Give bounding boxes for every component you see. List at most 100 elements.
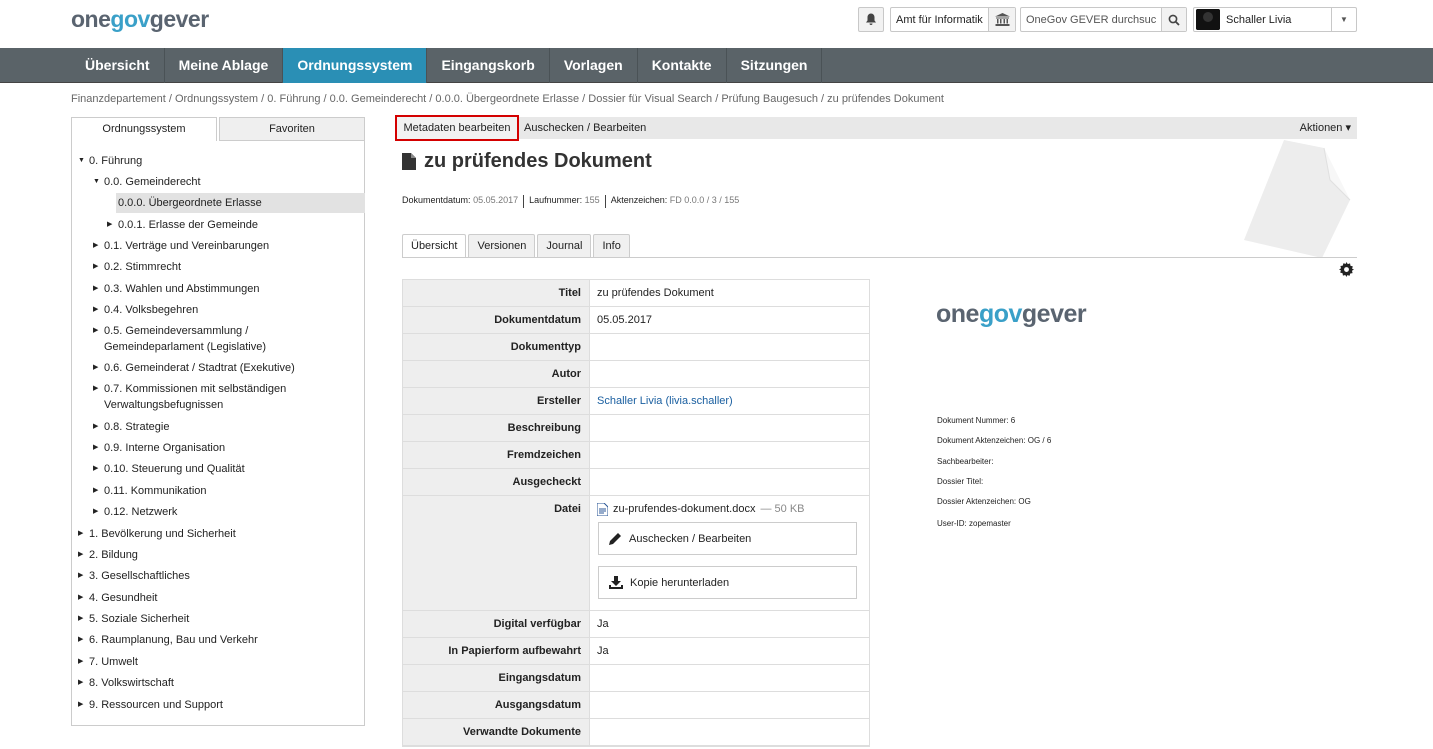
- caret-right-icon[interactable]: ▶: [78, 675, 83, 691]
- nav-item-uebersicht[interactable]: Übersicht: [71, 48, 165, 83]
- notifications-button[interactable]: [858, 7, 884, 32]
- caret-right-icon[interactable]: ▶: [93, 504, 98, 520]
- tree-item[interactable]: ▶ 0.2. Stimmrecht: [93, 259, 182, 275]
- tree-item-label: 0.5. Gemeindeversammlung / Gemeindeparla…: [104, 325, 267, 353]
- checkout-edit-button[interactable]: Auschecken / Bearbeiten: [524, 117, 646, 139]
- tree-item[interactable]: ▶ 4. Gesundheit: [78, 590, 158, 606]
- table-row: Autor: [403, 361, 869, 388]
- caret-right-icon[interactable]: ▶: [93, 381, 98, 397]
- tree-item[interactable]: ▶ 0.9. Interne Organisation: [93, 440, 225, 456]
- tree-item[interactable]: ▼ 0. Führung: [78, 153, 142, 169]
- caret-right-icon[interactable]: ▶: [78, 611, 83, 627]
- tab-ordnungssystem[interactable]: Ordnungssystem: [71, 117, 217, 141]
- preview-line: Dossier Aktenzeichen: OG: [937, 497, 1031, 506]
- field-label: In Papierform aufbewahrt: [403, 638, 590, 664]
- tree-item[interactable]: ▶ 0.6. Gemeinderat / Stadtrat (Exekutive): [93, 360, 295, 376]
- field-label: Autor: [403, 361, 590, 387]
- tab-info[interactable]: Info: [593, 234, 630, 258]
- file-entry[interactable]: zu-prufendes-dokument.docx — 50 KB: [597, 496, 862, 522]
- caret-right-icon[interactable]: ▶: [93, 302, 98, 318]
- nav-item-ordnungssystem[interactable]: Ordnungssystem: [283, 48, 428, 83]
- nav-item-eingangskorb[interactable]: Eingangskorb: [427, 48, 550, 83]
- table-row: Verwandte Dokumente: [403, 719, 869, 746]
- download-icon: [609, 576, 623, 589]
- caret-right-icon[interactable]: ▶: [78, 632, 83, 648]
- creator-link[interactable]: Schaller Livia (livia.schaller): [590, 388, 869, 414]
- tab-uebersicht[interactable]: Übersicht: [402, 234, 467, 258]
- caret-right-icon[interactable]: ▶: [93, 461, 98, 477]
- user-menu[interactable]: Schaller Livia ▼: [1193, 7, 1357, 32]
- caret-right-icon[interactable]: ▶: [93, 440, 98, 456]
- caret-down-icon[interactable]: ▼: [93, 174, 100, 190]
- field-value: [590, 361, 869, 387]
- tree-item[interactable]: ▶ 0.7. Kommissionen mit selbständigen Ver…: [93, 381, 294, 413]
- tree-item-label: 0.2. Stimmrecht: [104, 261, 182, 273]
- tree-item[interactable]: ▶ 0.0.1. Erlasse der Gemeinde: [107, 217, 258, 233]
- file-name[interactable]: zu-prufendes-dokument.docx: [613, 496, 755, 522]
- tree-item[interactable]: ▶ 9. Ressourcen und Support: [78, 697, 223, 713]
- tab-versionen[interactable]: Versionen: [468, 234, 536, 258]
- caret-right-icon[interactable]: ▶: [93, 281, 98, 297]
- caret-right-icon[interactable]: ▶: [93, 360, 98, 376]
- caret-right-icon[interactable]: ▶: [107, 217, 112, 233]
- table-row: Dokumentdatum 05.05.2017: [403, 307, 869, 334]
- nav-item-vorlagen[interactable]: Vorlagen: [550, 48, 638, 83]
- search-field[interactable]: OneGov GEVER durchsuc: [1020, 7, 1187, 32]
- edit-metadata-button[interactable]: Metadaten bearbeiten: [395, 115, 519, 141]
- caret-down-icon[interactable]: ▼: [78, 153, 85, 169]
- caret-right-icon[interactable]: ▶: [93, 259, 98, 275]
- tree-item[interactable]: ▶ 0.11. Kommunikation: [93, 483, 207, 499]
- caret-right-icon[interactable]: ▶: [93, 323, 98, 339]
- nav-item-meine-ablage[interactable]: Meine Ablage: [165, 48, 284, 83]
- tree-item[interactable]: ▶ 5. Soziale Sicherheit: [78, 611, 189, 627]
- document-title: zu prüfendes Dokument: [424, 150, 652, 172]
- caret-right-icon[interactable]: ▶: [78, 547, 83, 563]
- actions-menu[interactable]: Aktionen ▾: [1300, 117, 1351, 139]
- caret-right-icon[interactable]: ▶: [93, 483, 98, 499]
- document-toolbar: Metadaten bearbeiten Auschecken / Bearbe…: [395, 115, 1357, 141]
- caret-right-icon[interactable]: ▶: [78, 654, 83, 670]
- tree-item[interactable]: ▶ 0.10. Steuerung und Qualität: [93, 461, 245, 477]
- app-logo[interactable]: onegovgever: [71, 6, 209, 33]
- tree-item[interactable]: ▼ 0.0. Gemeinderecht: [93, 174, 201, 190]
- nav-item-sitzungen[interactable]: Sitzungen: [727, 48, 823, 83]
- tab-favoriten[interactable]: Favoriten: [219, 117, 365, 141]
- caret-right-icon[interactable]: ▶: [78, 590, 83, 606]
- file-checkout-button[interactable]: Auschecken / Bearbeiten: [598, 522, 857, 555]
- caret-right-icon[interactable]: ▶: [93, 419, 98, 435]
- field-value: [590, 334, 869, 360]
- tree-item[interactable]: ▶ 0.12. Netzwerk: [93, 504, 177, 520]
- caret-right-icon[interactable]: ▶: [78, 568, 83, 584]
- tree-item[interactable]: ▶ 6. Raumplanung, Bau und Verkehr: [78, 632, 258, 648]
- search-icon[interactable]: [1161, 8, 1186, 31]
- caret-right-icon[interactable]: ▶: [93, 238, 98, 254]
- tree-item-selected[interactable]: 0.0.0. Übergeordnete Erlasse: [116, 193, 365, 213]
- org-unit-selector[interactable]: Amt für Informatik: [890, 7, 1016, 32]
- tree-item-label: 0.11. Kommunikation: [104, 485, 207, 497]
- tab-journal[interactable]: Journal: [537, 234, 592, 258]
- download-copy-button[interactable]: Kopie herunterladen: [598, 566, 857, 599]
- tree-item[interactable]: ▶ 0.4. Volksbegehren: [93, 302, 198, 318]
- caret-right-icon[interactable]: ▶: [78, 697, 83, 713]
- tree-item[interactable]: ▶ 7. Umwelt: [78, 654, 138, 670]
- tree-item[interactable]: ▶ 0.3. Wahlen und Abstimmungen: [93, 281, 260, 297]
- tree-item[interactable]: ▶ 0.1. Verträge und Vereinbarungen: [93, 238, 269, 254]
- preview-line: Dokument Nummer: 6: [937, 416, 1016, 425]
- logo-part-gov: gov: [110, 6, 150, 32]
- tree-item[interactable]: ▶ 0.5. Gemeindeversammlung / Gemeindeparl…: [93, 323, 284, 355]
- search-input[interactable]: OneGov GEVER durchsuc: [1026, 14, 1156, 26]
- chevron-down-icon[interactable]: ▼: [1331, 8, 1356, 31]
- tree-item[interactable]: ▶ 8. Volkswirtschaft: [78, 675, 174, 691]
- table-row: Titel zu prüfendes Dokument: [403, 280, 869, 307]
- tree-item[interactable]: ▶ 0.8. Strategie: [93, 419, 169, 435]
- caret-right-icon[interactable]: ▶: [78, 526, 83, 542]
- tree-item[interactable]: ▶ 1. Bevölkerung und Sicherheit: [78, 526, 236, 542]
- tree-item[interactable]: ▶ 2. Bildung: [78, 547, 138, 563]
- nav-item-kontakte[interactable]: Kontakte: [638, 48, 727, 83]
- breadcrumb[interactable]: Finanzdepartement / Ordnungssystem / 0. …: [71, 93, 944, 105]
- download-copy-label: Kopie herunterladen: [630, 576, 730, 589]
- file-cell: zu-prufendes-dokument.docx — 50 KB Ausch…: [590, 496, 869, 610]
- tree-item[interactable]: ▶ 3. Gesellschaftliches: [78, 568, 190, 584]
- tree-item-label: 0.7. Kommissionen mit selbständigen Verw…: [104, 383, 287, 411]
- gear-icon[interactable]: [1339, 262, 1354, 277]
